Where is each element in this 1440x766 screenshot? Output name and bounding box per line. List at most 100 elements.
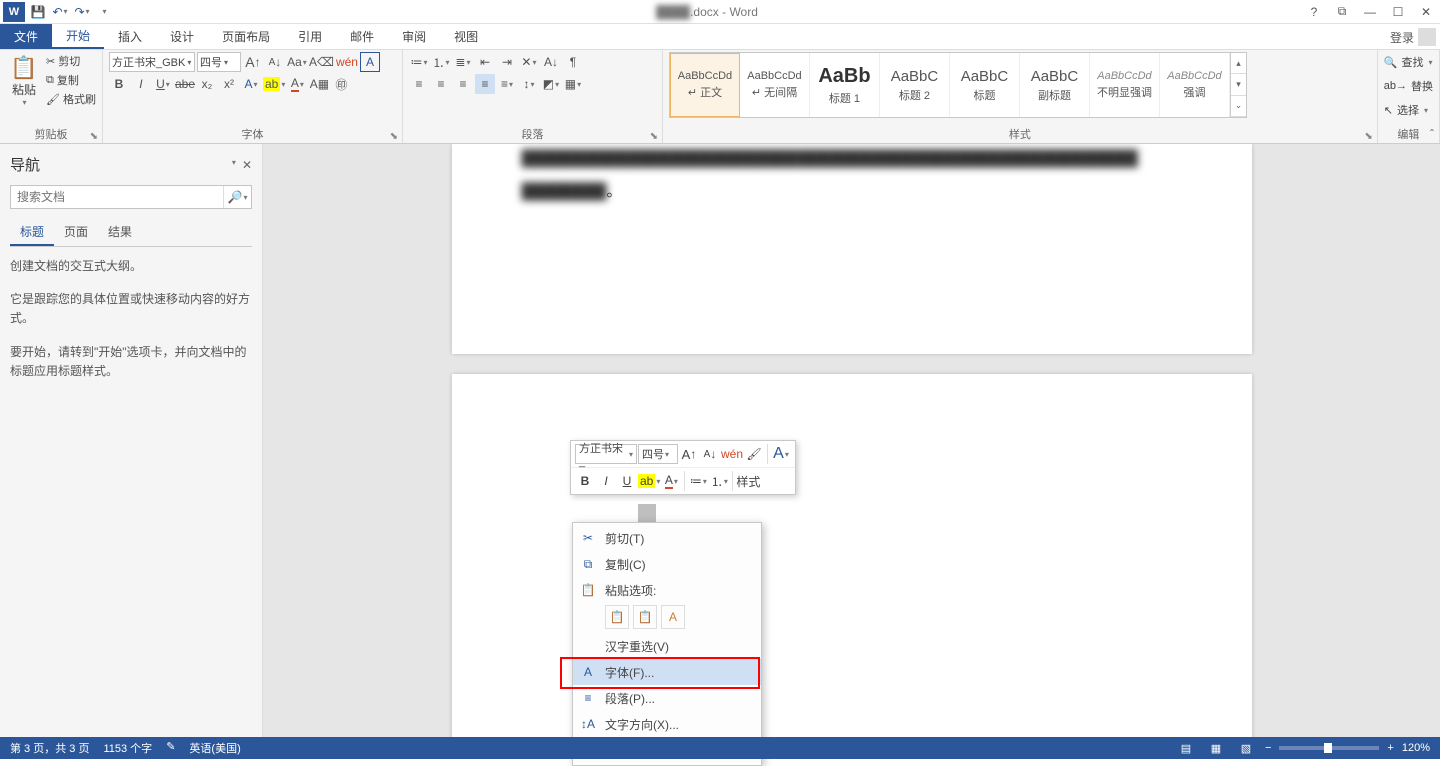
zoom-level[interactable]: 120% bbox=[1402, 742, 1430, 754]
gallery-more-icon[interactable]: ⌄ bbox=[1231, 96, 1246, 117]
bullets-button[interactable]: ≔▾ bbox=[409, 52, 429, 72]
status-page[interactable]: 第 3 页，共 3 页 bbox=[10, 740, 89, 756]
style-item-subtitle[interactable]: AaBbC副标题 bbox=[1020, 53, 1090, 117]
mini-bullets[interactable]: ≔▾ bbox=[688, 471, 708, 491]
find-button[interactable]: 🔍查找▾ bbox=[1384, 52, 1433, 72]
search-input[interactable] bbox=[11, 186, 223, 208]
line-spacing-button[interactable]: ↕▾ bbox=[519, 74, 539, 94]
subscript-button[interactable]: x₂ bbox=[197, 74, 217, 94]
style-item-nospacing[interactable]: AaBbCcDd↵ 无间隔 bbox=[740, 53, 810, 117]
tab-insert[interactable]: 插入 bbox=[104, 24, 156, 49]
zoom-slider[interactable] bbox=[1279, 746, 1379, 750]
shrink-font-button[interactable]: A↓ bbox=[265, 52, 285, 72]
align-right-button[interactable]: ≡ bbox=[453, 74, 473, 94]
numbering-button[interactable]: ⒈▾ bbox=[431, 52, 451, 72]
mini-bold[interactable]: B bbox=[575, 471, 595, 491]
paste-text-only-icon[interactable]: A bbox=[661, 605, 685, 629]
font-name-combo[interactable]: 方正书宋_GBK▾ bbox=[109, 52, 195, 72]
tab-home[interactable]: 开始 bbox=[52, 24, 104, 49]
tab-references[interactable]: 引用 bbox=[284, 24, 336, 49]
mini-highlight[interactable]: ab▾ bbox=[638, 471, 660, 491]
bold-button[interactable]: B bbox=[109, 74, 129, 94]
justify-button[interactable]: ≡ bbox=[475, 74, 495, 94]
highlight-button[interactable]: ab▾ bbox=[263, 74, 285, 94]
mini-italic[interactable]: I bbox=[596, 471, 616, 491]
close-icon[interactable]: ✕ bbox=[1412, 0, 1440, 24]
tab-review[interactable]: 审阅 bbox=[388, 24, 440, 49]
grow-font-button[interactable]: A↑ bbox=[243, 52, 263, 72]
enclose-char-button[interactable]: ㊞ bbox=[331, 74, 351, 94]
copy-button[interactable]: ⧉复制 bbox=[46, 71, 96, 89]
tab-file[interactable]: 文件 bbox=[0, 24, 52, 49]
cm-font[interactable]: A字体(F)... bbox=[573, 659, 761, 685]
help-icon[interactable]: ? bbox=[1300, 0, 1328, 24]
clear-formatting-button[interactable]: A⌫ bbox=[309, 52, 334, 72]
decrease-indent-button[interactable]: ⇤ bbox=[475, 52, 495, 72]
status-proofing-icon[interactable]: ✎ bbox=[166, 740, 175, 756]
format-painter-button[interactable]: 🖌格式刷 bbox=[46, 90, 96, 108]
cm-cut[interactable]: ✂剪切(T) bbox=[573, 525, 761, 551]
cm-paragraph[interactable]: ≡段落(P)... bbox=[573, 685, 761, 711]
redo-icon[interactable]: ↷▾ bbox=[72, 2, 92, 22]
document-area[interactable]: ████████████████████████████████████████… bbox=[263, 144, 1440, 741]
increase-indent-button[interactable]: ⇥ bbox=[497, 52, 517, 72]
clipboard-launcher-icon[interactable]: ⬊ bbox=[90, 131, 98, 142]
show-marks-button[interactable]: ¶ bbox=[563, 52, 583, 72]
paste-merge-icon[interactable]: 📋 bbox=[633, 605, 657, 629]
style-item-heading2[interactable]: AaBbC标题 2 bbox=[880, 53, 950, 117]
mini-font-color2[interactable]: A▾ bbox=[661, 471, 681, 491]
borders-button[interactable]: ▦▾ bbox=[563, 74, 583, 94]
select-button[interactable]: ↖选择▾ bbox=[1384, 100, 1428, 120]
minimize-icon[interactable]: — bbox=[1356, 0, 1384, 24]
mini-format-painter[interactable]: 🖌 bbox=[744, 444, 764, 464]
nav-tab-headings[interactable]: 标题 bbox=[10, 219, 54, 246]
underline-button[interactable]: U▾ bbox=[153, 74, 173, 94]
distribute-button[interactable]: ≡▾ bbox=[497, 74, 517, 94]
strikethrough-button[interactable]: abe bbox=[175, 74, 195, 94]
save-icon[interactable]: 💾 bbox=[28, 2, 48, 22]
nav-dropdown-icon[interactable]: ▾ bbox=[232, 158, 236, 172]
undo-icon[interactable]: ↶▾ bbox=[50, 2, 70, 22]
nav-search[interactable]: 🔎▾ bbox=[10, 185, 252, 209]
tab-mailings[interactable]: 邮件 bbox=[336, 24, 388, 49]
multilevel-list-button[interactable]: ≣▾ bbox=[453, 52, 473, 72]
align-left-button[interactable]: ≡ bbox=[409, 74, 429, 94]
replace-button[interactable]: ab→替换 bbox=[1384, 76, 1433, 96]
char-shading-button[interactable]: A▦ bbox=[309, 74, 329, 94]
mini-shrink-font[interactable]: A↓ bbox=[700, 444, 720, 464]
font-launcher-icon[interactable]: ⬊ bbox=[390, 131, 398, 142]
search-icon[interactable]: 🔎▾ bbox=[223, 186, 251, 208]
phonetic-guide-button[interactable]: wén bbox=[336, 52, 358, 72]
mini-font-combo[interactable]: 方正书宋_▾ bbox=[575, 444, 637, 464]
zoom-out-icon[interactable]: − bbox=[1265, 742, 1271, 754]
style-item-heading1[interactable]: AaBb标题 1 bbox=[810, 53, 880, 117]
style-item-normal[interactable]: AaBbCcDd↵ 正文 bbox=[670, 53, 740, 117]
sort-button[interactable]: A↓ bbox=[541, 52, 561, 72]
paragraph-launcher-icon[interactable]: ⬊ bbox=[650, 131, 658, 142]
paste-button[interactable]: 📋 粘贴▾ bbox=[6, 52, 42, 110]
gallery-up-icon[interactable]: ▴ bbox=[1231, 53, 1246, 74]
status-words[interactable]: 1153 个字 bbox=[103, 740, 152, 756]
view-web-icon[interactable]: ▧ bbox=[1235, 739, 1257, 757]
mini-phonetic[interactable]: wén bbox=[721, 444, 743, 464]
gallery-down-icon[interactable]: ▾ bbox=[1231, 74, 1246, 95]
tab-view[interactable]: 视图 bbox=[440, 24, 492, 49]
styles-launcher-icon[interactable]: ⬊ bbox=[1364, 131, 1372, 142]
cm-text-direction[interactable]: ↕A文字方向(X)... bbox=[573, 711, 761, 737]
change-case-button[interactable]: Aa▾ bbox=[287, 52, 307, 72]
shading-button[interactable]: ◩▾ bbox=[541, 74, 561, 94]
status-language[interactable]: 英语(美国) bbox=[189, 740, 240, 756]
mini-numbering[interactable]: ⒈▾ bbox=[709, 471, 729, 491]
login-area[interactable]: 登录 bbox=[1390, 24, 1436, 50]
style-item-title[interactable]: AaBbC标题 bbox=[950, 53, 1020, 117]
font-size-combo[interactable]: 四号▾ bbox=[197, 52, 241, 72]
mini-font-color[interactable]: A▾ bbox=[771, 444, 791, 464]
style-item-emphasis[interactable]: AaBbCcDd强调 bbox=[1160, 53, 1230, 117]
cm-reconvert[interactable]: 汉字重选(V) bbox=[573, 633, 761, 659]
mini-styles[interactable]: 样式 bbox=[736, 471, 760, 491]
view-print-icon[interactable]: ▦ bbox=[1205, 739, 1227, 757]
cut-button[interactable]: ✂剪切 bbox=[46, 52, 96, 70]
italic-button[interactable]: I bbox=[131, 74, 151, 94]
collapse-ribbon-icon[interactable]: ˆ bbox=[1430, 127, 1434, 141]
qat-customize-icon[interactable]: ▾ bbox=[94, 2, 114, 22]
